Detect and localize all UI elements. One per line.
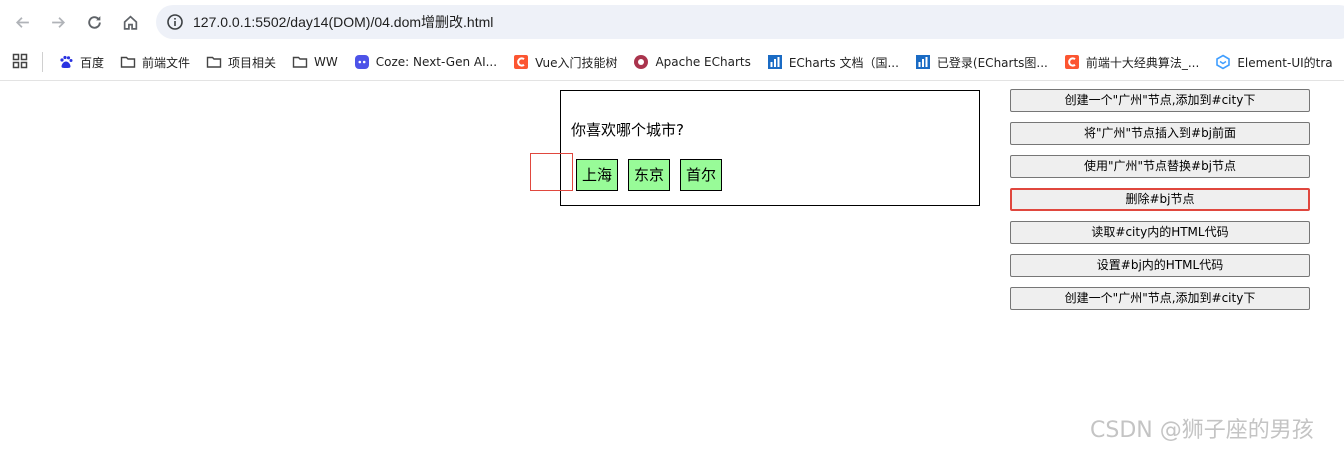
echarts-icon bbox=[633, 54, 649, 70]
home-icon[interactable] bbox=[116, 8, 144, 36]
bookmark-label: Apache ECharts bbox=[655, 55, 751, 69]
reload-icon[interactable] bbox=[80, 8, 108, 36]
bookmark-item[interactable]: 项目相关 bbox=[198, 48, 284, 76]
back-icon[interactable] bbox=[8, 8, 36, 36]
bookmarks-divider bbox=[42, 52, 43, 72]
bookmark-label: 百度 bbox=[80, 55, 105, 70]
bookmark-label: 前端文件 bbox=[142, 55, 191, 70]
city-list: 上海 东京 首尔 bbox=[576, 159, 732, 191]
bookmark-item[interactable]: Apache ECharts bbox=[625, 48, 758, 76]
operation-button[interactable]: 创建一个"广州"节点,添加到#city下 bbox=[1010, 287, 1310, 310]
bookmark-item[interactable]: Coze: Next-Gen AI... bbox=[346, 48, 505, 76]
city-item: 东京 bbox=[628, 159, 671, 191]
browser-toolbar: 127.0.0.1:5502/day14(DOM)/04.dom增删改.html bbox=[0, 0, 1344, 44]
operation-button[interactable]: 创建一个"广州"节点,添加到#city下 bbox=[1010, 89, 1310, 112]
folder-icon bbox=[120, 54, 136, 70]
url-text: 127.0.0.1:5502/day14(DOM)/04.dom增删改.html bbox=[193, 14, 494, 30]
bookmark-item[interactable]: Vue入门技能树 bbox=[505, 48, 625, 76]
operation-button[interactable]: 删除#bj节点 bbox=[1010, 188, 1310, 211]
element-icon bbox=[1215, 54, 1231, 70]
apps-grid-icon[interactable] bbox=[12, 53, 28, 69]
bookmark-label: 前端十大经典算法_... bbox=[1085, 55, 1200, 70]
operation-button[interactable]: 将"广州"节点插入到#bj前面 bbox=[1010, 122, 1310, 145]
coze-icon bbox=[354, 54, 370, 70]
chart-icon bbox=[915, 54, 931, 70]
bookmark-label: Element-UI的tra bbox=[1237, 55, 1333, 70]
bookmark-item[interactable]: 前端文件 bbox=[112, 48, 198, 76]
folder-icon bbox=[206, 54, 222, 70]
bookmark-label: 项目相关 bbox=[228, 55, 277, 70]
chart-icon bbox=[767, 54, 783, 70]
city-item: 上海 bbox=[576, 159, 619, 191]
bookmark-item[interactable]: Element-UI的tra bbox=[1207, 48, 1340, 76]
city-item: 首尔 bbox=[680, 159, 723, 191]
operation-button[interactable]: 读取#city内的HTML代码 bbox=[1010, 221, 1310, 244]
question-text: 你喜欢哪个城市? bbox=[571, 121, 684, 139]
csdn-icon bbox=[1064, 54, 1080, 70]
bookmark-label: ECharts 文档（国... bbox=[788, 55, 899, 70]
removed-node-highlight bbox=[530, 153, 573, 191]
csdn-icon bbox=[513, 54, 529, 70]
operation-button[interactable]: 使用"广州"节点替换#bj节点 bbox=[1010, 155, 1310, 178]
bookmark-label: 已登录(ECharts图... bbox=[936, 55, 1048, 70]
address-bar[interactable]: 127.0.0.1:5502/day14(DOM)/04.dom增删改.html bbox=[156, 5, 1344, 39]
city-container: 你喜欢哪个城市? 上海 东京 首尔 bbox=[560, 90, 980, 206]
operation-button[interactable]: 设置#bj内的HTML代码 bbox=[1010, 254, 1310, 277]
bookmark-item[interactable]: ECharts 文档（国... bbox=[759, 48, 907, 76]
operation-buttons: 创建一个"广州"节点,添加到#city下 将"广州"节点插入到#bj前面 使用"广州… bbox=[1010, 89, 1310, 320]
bookmark-label: Vue入门技能树 bbox=[535, 55, 618, 70]
baidu-paw-icon bbox=[58, 54, 74, 70]
bookmark-item[interactable]: WW bbox=[284, 48, 346, 76]
bookmark-list: 百度 前端文件 项目相关 WW Coze: Next-Gen AI... Vue入门技能树… bbox=[50, 44, 1341, 80]
folder-icon bbox=[292, 54, 308, 70]
bookmark-label: Coze: Next-Gen AI... bbox=[375, 55, 498, 69]
bookmark-label: WW bbox=[314, 55, 338, 69]
site-info-icon[interactable] bbox=[166, 13, 184, 31]
bookmark-item[interactable]: 百度 bbox=[50, 48, 112, 76]
bookmark-item[interactable]: 前端十大经典算法_... bbox=[1056, 48, 1207, 76]
bookmarks-bar: 百度 前端文件 项目相关 WW Coze: Next-Gen AI... Vue入门技能树… bbox=[0, 44, 1344, 81]
forward-icon[interactable] bbox=[44, 8, 72, 36]
watermark: CSDN @狮子座的男孩 bbox=[1090, 418, 1314, 443]
bookmark-item[interactable]: 已登录(ECharts图... bbox=[907, 48, 1056, 76]
